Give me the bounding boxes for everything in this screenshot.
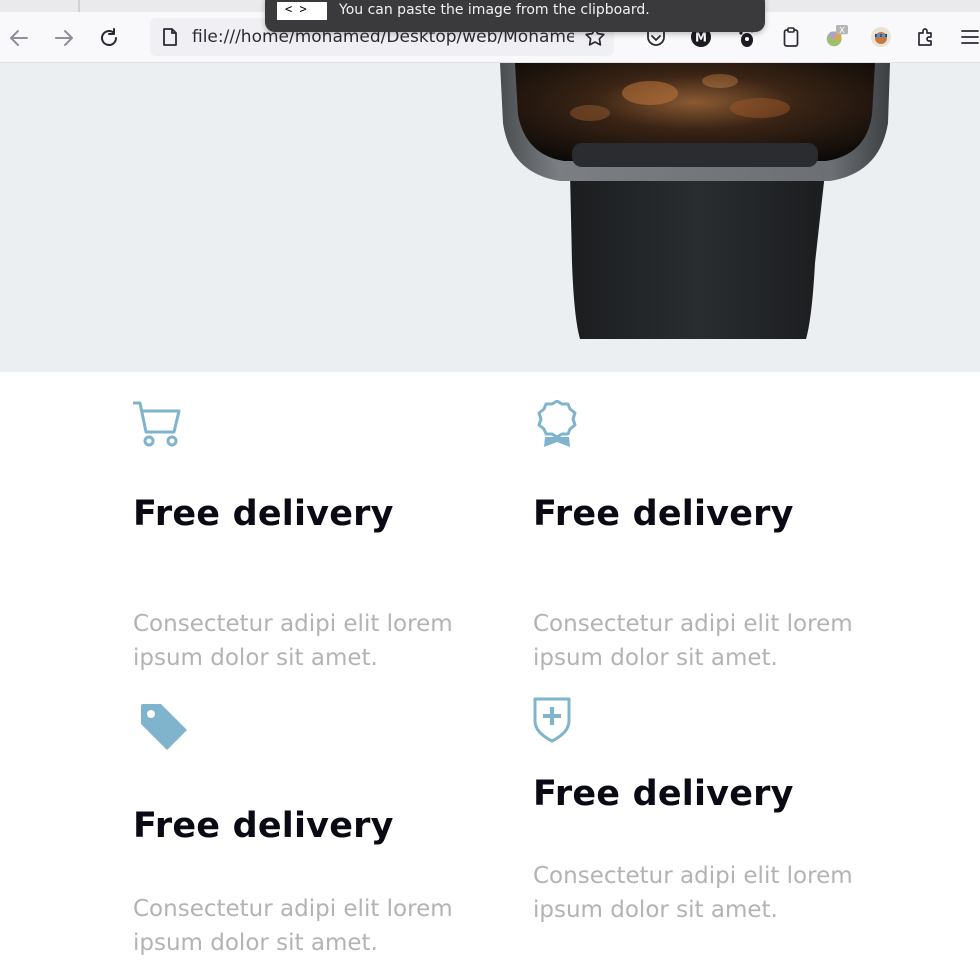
back-icon[interactable] [6,25,32,51]
feature-text: Consectetur adipi elit lorem ipsum dolor… [133,611,453,671]
feature-title: Free delivery [533,494,794,534]
feature-card: Free delivery Consectetur adipi elit lor… [132,400,493,680]
feature-card: Free delivery Consectetur adipi elit lor… [533,697,893,937]
reload-icon[interactable] [96,25,122,51]
feature-title: Free delivery [133,494,394,534]
notification-thumbnail-text: < > [285,2,307,16]
feature-card: Free delivery Consectetur adipi elit lor… [133,702,493,956]
feature-title: Free delivery [533,774,794,814]
color-extension-icon[interactable]: X [824,25,848,49]
feature-card: Free delivery Consectetur adipi elit lor… [533,399,893,680]
page-icon [160,27,180,47]
features-section: Free delivery Consectetur adipi elit lor… [0,372,980,956]
feature-text: Consectetur adipi elit lorem ipsum dolor… [533,863,853,923]
tab-edge [78,0,80,12]
forward-icon[interactable] [51,25,77,51]
hero-banner [0,63,980,372]
cart-icon [132,400,181,452]
extension-badge: X [839,25,845,35]
feature-title: Free delivery [133,806,394,846]
shield-plus-icon [533,697,571,747]
avatar-extension-icon[interactable] [869,25,893,49]
smartwatch-image [500,63,890,339]
feature-text: Consectetur adipi elit lorem ipsum dolor… [133,896,453,956]
svg-text:M: M [695,31,707,45]
clipboard-icon[interactable] [779,25,803,49]
tag-icon [139,702,189,756]
menu-icon[interactable] [958,25,980,49]
feature-text: Consectetur adipi elit lorem ipsum dolor… [533,611,853,671]
extensions-icon[interactable] [914,25,938,49]
award-icon [537,399,577,452]
notification-message: You can paste the image from the clipboa… [339,2,650,18]
paste-notification: < > You can paste the image from the cli… [265,0,765,32]
